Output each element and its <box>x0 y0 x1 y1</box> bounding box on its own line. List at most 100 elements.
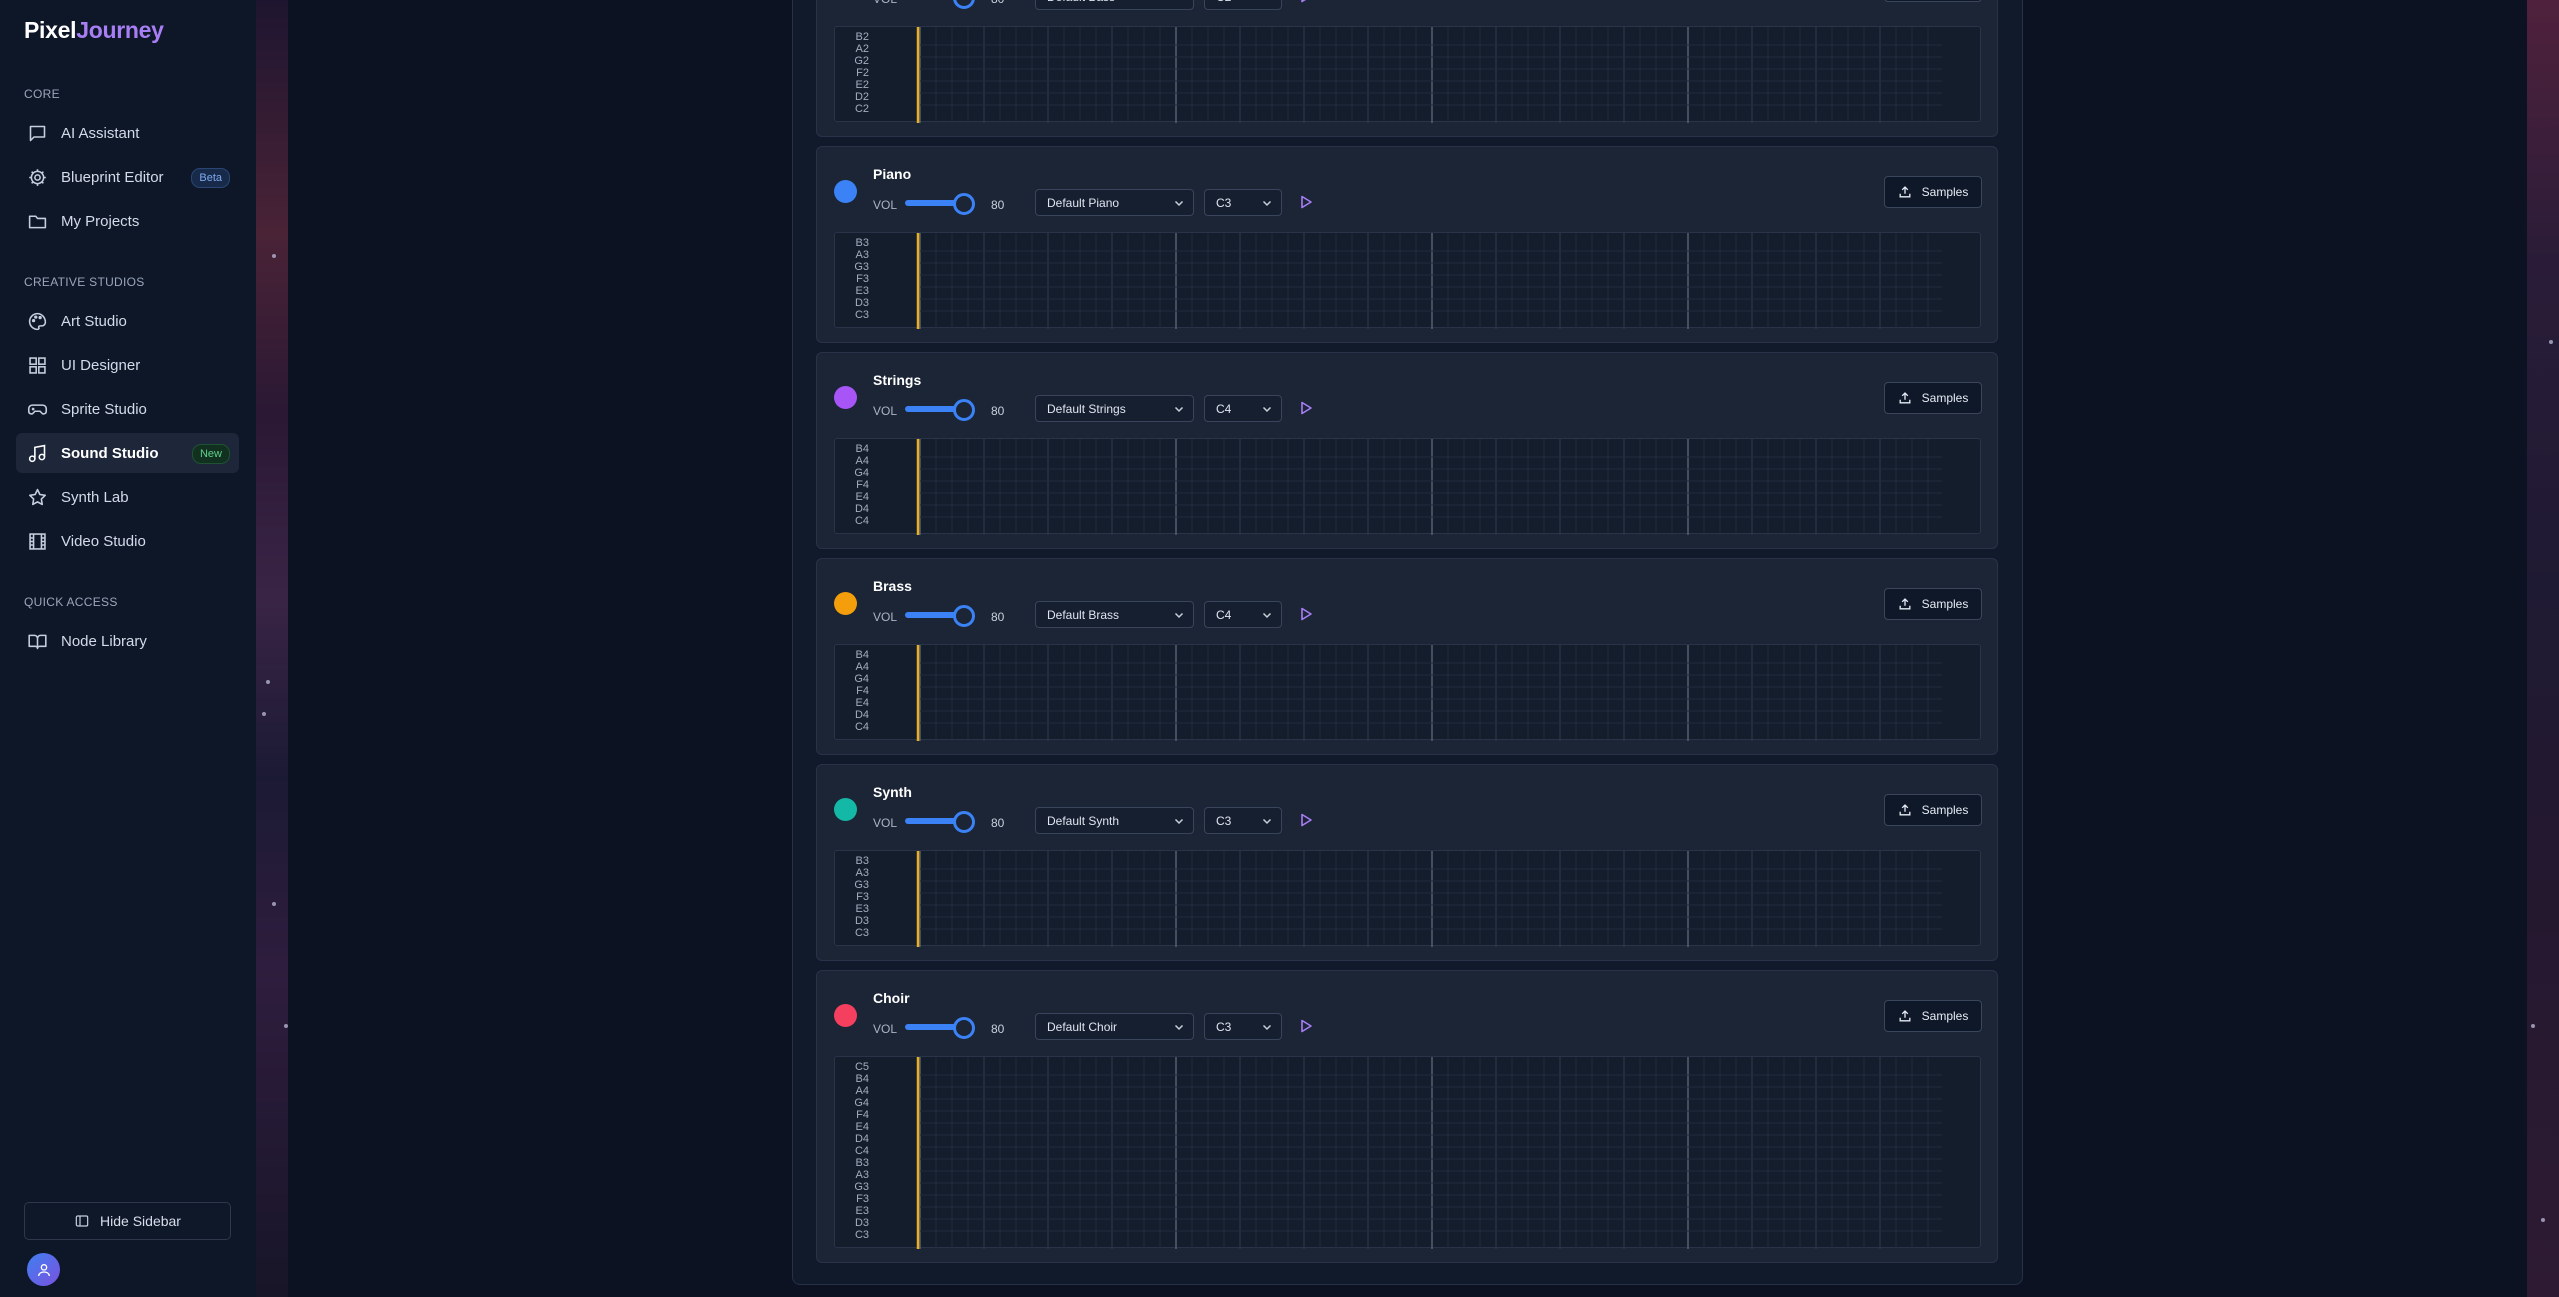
sidebar-item-art-studio[interactable]: Art Studio <box>16 301 239 341</box>
note-label: G4 <box>854 673 869 685</box>
track-color-dot[interactable] <box>834 1004 857 1027</box>
volume-label: VOL <box>873 610 898 624</box>
user-avatar[interactable] <box>27 1253 60 1286</box>
volume-slider-handle[interactable] <box>953 0 975 9</box>
chevron-down-icon <box>1262 1024 1272 1031</box>
note-label: C4 <box>854 515 869 527</box>
samples-button[interactable]: Samples <box>1884 794 1982 826</box>
note-label: A2 <box>855 43 869 55</box>
play-icon[interactable] <box>1298 0 1314 4</box>
sidebar-item-label: Video Studio <box>61 532 146 550</box>
piano-roll-grid[interactable]: B3 A3 G3 F3 E3 D3 C3 <box>834 850 1981 947</box>
sidebar-item-label: Sprite Studio <box>61 400 147 418</box>
background-star <box>284 1024 288 1028</box>
track-name: Piano <box>873 166 912 182</box>
note-label: A4 <box>855 661 869 673</box>
sidebar-item-label: AI Assistant <box>61 124 140 142</box>
piano-roll-lines <box>916 439 1942 535</box>
note-label: D4 <box>854 503 869 515</box>
note-label: D3 <box>854 1217 869 1229</box>
beta-badge: Beta <box>191 168 230 188</box>
samples-button[interactable]: Samples <box>1884 1000 1982 1032</box>
piano-roll-grid[interactable]: C5 B4 A4 G4 F4 E4 D4 C4 B3 A3 G3 F3 E3 D3 C3 <box>834 1056 1981 1249</box>
section-label-core: CORE <box>24 87 60 101</box>
sidebar-item-my-projects[interactable]: My Projects <box>16 201 239 241</box>
samples-button[interactable]: Samples <box>1884 382 1982 414</box>
sidebar-item-sprite-studio[interactable]: Sprite Studio <box>16 389 239 429</box>
octave-select[interactable]: C2 <box>1204 0 1282 10</box>
volume-slider[interactable] <box>905 399 975 421</box>
volume-slider[interactable] <box>905 0 975 9</box>
volume-slider-handle[interactable] <box>953 399 975 421</box>
octave-select[interactable]: C4 <box>1204 395 1282 422</box>
play-icon[interactable] <box>1298 812 1314 828</box>
play-icon[interactable] <box>1298 606 1314 622</box>
play-icon[interactable] <box>1298 400 1314 416</box>
hide-sidebar-button[interactable]: Hide Sidebar <box>24 1202 231 1240</box>
note-label: G4 <box>854 467 869 479</box>
octave-select[interactable]: C3 <box>1204 807 1282 834</box>
track-color-dot[interactable] <box>834 592 857 615</box>
samples-label: Samples <box>1921 803 1969 817</box>
volume-slider[interactable] <box>905 1017 975 1039</box>
octave-select[interactable]: C3 <box>1204 189 1282 216</box>
palette-icon <box>26 310 48 332</box>
preset-select[interactable]: Default Choir <box>1035 1013 1194 1040</box>
samples-label: Samples <box>1921 1009 1969 1023</box>
volume-slider-handle[interactable] <box>953 1017 975 1039</box>
section-label-quick-access: QUICK ACCESS <box>24 595 118 609</box>
sidebar-item-video-studio[interactable]: Video Studio <box>16 521 239 561</box>
preset-select[interactable]: Default Bass <box>1035 0 1194 10</box>
note-label: C3 <box>854 1229 869 1241</box>
note-label: B4 <box>855 1073 869 1085</box>
volume-slider-handle[interactable] <box>953 605 975 627</box>
samples-button[interactable]: Samples <box>1884 588 1982 620</box>
background-nebula-left <box>256 0 288 1297</box>
piano-roll-grid[interactable]: B4 A4 G4 F4 E4 D4 C4 <box>834 644 1981 741</box>
piano-roll-grid[interactable]: B2 A2 G2 F2 E2 D2 C2 <box>834 26 1981 123</box>
sidebar-item-node-library[interactable]: Node Library <box>16 621 239 661</box>
note-label: C3 <box>854 309 869 321</box>
samples-button[interactable]: Samples <box>1884 0 1982 2</box>
volume-slider[interactable] <box>905 811 975 833</box>
volume-slider[interactable] <box>905 193 975 215</box>
sidebar-item-ui-designer[interactable]: UI Designer <box>16 345 239 385</box>
section-label-creative-studios: CREATIVE STUDIOS <box>24 275 145 289</box>
track-color-dot[interactable] <box>834 798 857 821</box>
note-label: C5 <box>854 1061 869 1073</box>
preset-select[interactable]: Default Brass <box>1035 601 1194 628</box>
sidebar-item-label: Art Studio <box>61 312 127 330</box>
volume-slider-handle[interactable] <box>953 811 975 833</box>
chevron-down-icon <box>1266 0 1268 1</box>
piano-roll-grid[interactable]: B4 A4 G4 F4 E4 D4 C4 <box>834 438 1981 535</box>
preset-select[interactable]: Default Strings <box>1035 395 1194 422</box>
piano-roll-grid[interactable]: B3 A3 G3 F3 E3 D3 C3 <box>834 232 1981 329</box>
play-icon[interactable] <box>1298 1018 1314 1034</box>
note-label: F3 <box>856 1193 869 1205</box>
octave-select[interactable]: C3 <box>1204 1013 1282 1040</box>
sidebar-item-label: UI Designer <box>61 356 141 374</box>
note-label: A3 <box>855 1169 869 1181</box>
volume-value: 80 <box>991 0 1004 6</box>
upload-icon <box>1899 598 1911 610</box>
track-color-dot[interactable] <box>834 386 857 409</box>
track-name: Strings <box>873 372 922 388</box>
track-color-dot[interactable] <box>834 180 857 203</box>
sidebar-item-sound-studio[interactable]: Sound Studio New <box>16 433 239 473</box>
samples-button[interactable]: Samples <box>1884 176 1982 208</box>
octave-select[interactable]: C4 <box>1204 601 1282 628</box>
sidebar-item-ai-assistant[interactable]: AI Assistant <box>16 113 239 153</box>
volume-slider-handle[interactable] <box>953 193 975 215</box>
app-logo[interactable]: PixelJourney <box>24 17 164 44</box>
preset-select[interactable]: Default Piano <box>1035 189 1194 216</box>
play-icon[interactable] <box>1298 194 1314 210</box>
sidebar-item-blueprint-editor[interactable]: Blueprint Editor Beta <box>16 157 239 197</box>
sidebar-item-label: Sound Studio <box>61 444 159 462</box>
sidebar-item-synth-lab[interactable]: Synth Lab <box>16 477 239 517</box>
background-star <box>262 712 266 716</box>
volume-slider[interactable] <box>905 605 975 627</box>
background-star <box>272 254 276 258</box>
note-label: G3 <box>854 261 869 273</box>
note-label: E2 <box>855 79 869 91</box>
preset-select[interactable]: Default Synth <box>1035 807 1194 834</box>
